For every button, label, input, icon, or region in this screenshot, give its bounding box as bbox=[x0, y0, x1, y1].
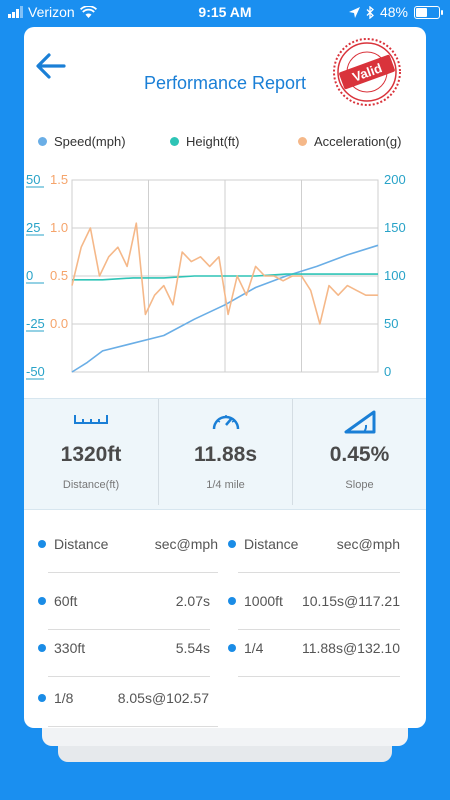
legend-label: Height(ft) bbox=[186, 134, 240, 149]
stat-label: Slope bbox=[345, 479, 374, 491]
split-value: 11.88s@132.10 bbox=[301, 640, 400, 656]
battery-level bbox=[416, 7, 427, 17]
stat-label: Distance(ft) bbox=[62, 479, 120, 491]
slope-icon bbox=[344, 410, 375, 434]
legend-height: Height(ft) bbox=[170, 134, 239, 149]
stat-label: 1/4 mile bbox=[206, 479, 245, 491]
tick-label: 0.5 bbox=[50, 268, 68, 283]
tick-label: -50 bbox=[26, 364, 45, 379]
split-name: 330ft bbox=[54, 640, 86, 656]
split-name: 1000ft bbox=[244, 593, 283, 609]
tick-label: 25 bbox=[26, 220, 40, 235]
summary-stats: 1320ft Distance(ft) 11.88s 1/4 mile 0.45… bbox=[24, 398, 426, 510]
legend-swatch bbox=[38, 137, 47, 146]
row-divider bbox=[48, 629, 210, 630]
row-divider bbox=[48, 676, 210, 677]
legend-label: Speed(mph) bbox=[54, 134, 126, 149]
split-value: 2.07s bbox=[175, 593, 210, 609]
split-cell: 1/8 8.05s@102.57 bbox=[38, 686, 218, 727]
tick-label: 50 bbox=[26, 172, 40, 187]
split-value: 5.54s bbox=[175, 640, 210, 656]
row-divider bbox=[48, 726, 218, 727]
bullet-icon bbox=[228, 644, 236, 652]
stat-value: 0.45% bbox=[329, 443, 390, 466]
stat-slope: 0.45% Slope bbox=[293, 399, 426, 509]
tick-label: 1.0 bbox=[50, 220, 68, 235]
chart-legend: Speed(mph) Height(ft) Acceleration(g) bbox=[24, 134, 426, 154]
splits-row: 1/8 8.05s@102.57 bbox=[24, 686, 426, 728]
stat-distance: 1320ft Distance(ft) bbox=[24, 399, 158, 509]
split-value: sec@mph bbox=[154, 536, 218, 552]
valid-stamp: Valid bbox=[333, 38, 401, 106]
bullet-icon bbox=[38, 644, 46, 652]
split-name: 1/4 bbox=[244, 640, 264, 656]
split-name: 1/8 bbox=[54, 690, 74, 706]
splits-row: 330ft 5.54s 1/4 11.88s@132.10 bbox=[24, 636, 426, 684]
tick-label: -25 bbox=[26, 316, 45, 331]
row-divider bbox=[48, 572, 218, 573]
tick-label: 0.0 bbox=[50, 316, 68, 331]
legend-swatch bbox=[170, 137, 179, 146]
split-name: Distance bbox=[54, 536, 109, 552]
split-cell: 1000ft 10.15s@117.21 bbox=[228, 589, 400, 630]
row-divider bbox=[238, 572, 400, 573]
bluetooth-icon bbox=[366, 5, 374, 19]
legend-swatch bbox=[298, 137, 307, 146]
split-value: 10.15s@117.21 bbox=[301, 593, 400, 609]
split-name: 60ft bbox=[54, 593, 78, 609]
report-card: Performance Report Valid Speed(mph) Heig… bbox=[24, 27, 426, 728]
tick-label: 50 bbox=[384, 316, 398, 331]
split-cell: Distance sec@mph bbox=[228, 532, 400, 573]
split-value: sec@mph bbox=[336, 536, 400, 552]
speedometer-icon bbox=[212, 415, 239, 430]
splits-header-row: Distance sec@mph Distance sec@mph bbox=[24, 532, 426, 580]
split-cell: 60ft 2.07s bbox=[38, 589, 210, 630]
tick-label: 0 bbox=[26, 268, 33, 283]
tick-label: 1.5 bbox=[50, 172, 68, 187]
row-divider bbox=[238, 676, 400, 677]
row-divider bbox=[238, 629, 400, 630]
split-name: Distance bbox=[244, 536, 299, 552]
stat-value: 1320ft bbox=[60, 443, 122, 466]
bullet-icon bbox=[38, 694, 46, 702]
split-cell: 330ft 5.54s bbox=[38, 636, 210, 677]
tick-label: 0 bbox=[384, 364, 391, 379]
bullet-icon bbox=[228, 540, 236, 548]
battery-icon bbox=[414, 5, 443, 19]
tick-label: 100 bbox=[384, 268, 406, 283]
tick-label: 200 bbox=[384, 172, 406, 187]
performance-chart: 50 25 0 -25 -50 1.5 1.0 0.5 0.0 200 150 100 50 0 bbox=[26, 172, 406, 380]
split-value: 8.05s@102.57 bbox=[117, 690, 209, 706]
bullet-icon bbox=[38, 540, 46, 548]
legend-speed: Speed(mph) bbox=[38, 134, 126, 149]
ruler-icon bbox=[74, 415, 108, 424]
split-cell: Distance sec@mph bbox=[38, 532, 218, 573]
battery-percent: 48% bbox=[379, 4, 408, 20]
tick-label: 150 bbox=[384, 220, 406, 235]
bullet-icon bbox=[228, 597, 236, 605]
split-cell: 1/4 11.88s@132.10 bbox=[228, 636, 400, 677]
location-icon bbox=[348, 6, 360, 18]
splits-row: 60ft 2.07s 1000ft 10.15s@117.21 bbox=[24, 589, 426, 637]
stat-quarter-mile: 11.88s 1/4 mile bbox=[159, 399, 292, 509]
status-bar: Verizon 9:15 AM 48% bbox=[0, 0, 450, 26]
legend-label: Acceleration(g) bbox=[314, 134, 402, 149]
legend-acceleration: Acceleration(g) bbox=[298, 134, 401, 149]
bullet-icon bbox=[38, 597, 46, 605]
stat-value: 11.88s bbox=[193, 443, 258, 466]
